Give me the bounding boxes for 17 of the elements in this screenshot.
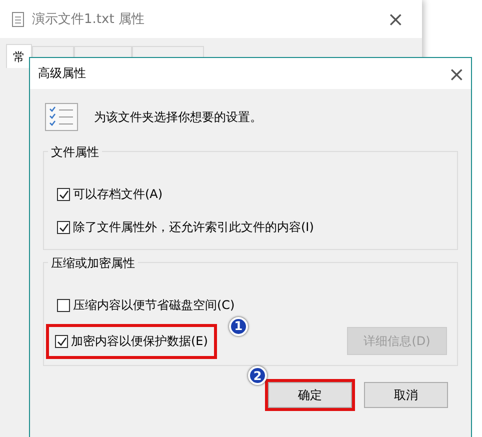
step-marker: 1	[228, 316, 248, 336]
close-button[interactable]: ×	[381, 9, 410, 29]
checkbox[interactable]: 除了文件属性外，还允许索引此文件的内容(I)	[53, 216, 318, 239]
checklist-icon	[45, 103, 78, 131]
tab[interactable]: 常	[6, 44, 32, 68]
checkbox[interactable]: 可以存档文件(A)	[53, 183, 167, 206]
checkbox[interactable]: 压缩内容以便节省磁盘空间(C)	[53, 294, 239, 317]
window-title: 演示文件1.txt 属性	[32, 11, 146, 28]
description-text: 为该文件夹选择你想要的设置。	[94, 108, 262, 126]
close-button[interactable]: ×	[442, 64, 471, 84]
dialog-button[interactable]: 确定	[268, 382, 352, 408]
dialog-button[interactable]: 取消	[364, 382, 448, 408]
group-title: 文件属性	[48, 144, 102, 161]
group-title: 压缩或加密属性	[48, 255, 138, 272]
step-marker: 2	[248, 366, 267, 385]
document-icon	[12, 12, 24, 26]
dialog-title: 高级属性	[38, 65, 87, 82]
